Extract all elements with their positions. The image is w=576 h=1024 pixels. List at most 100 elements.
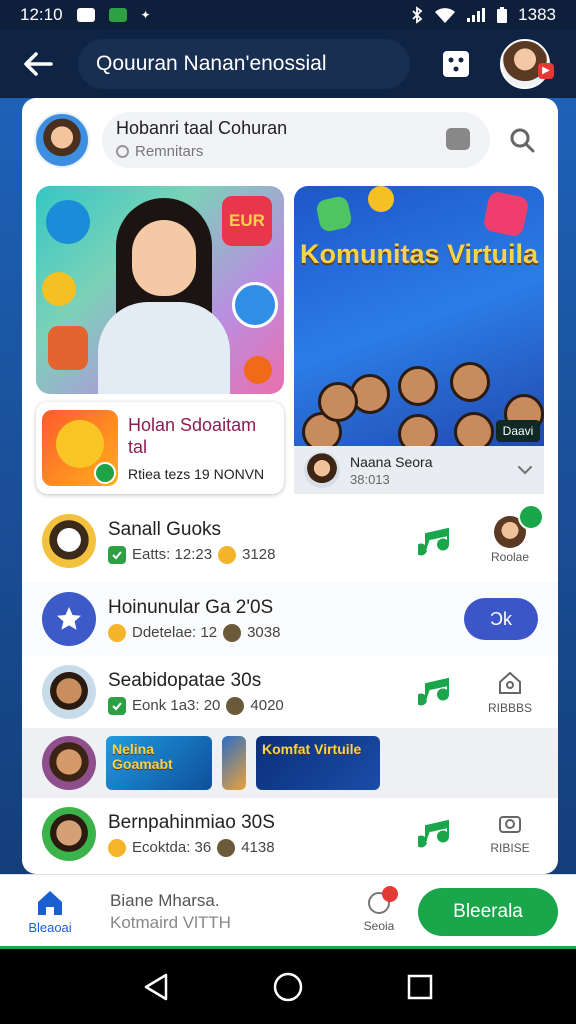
game-button[interactable]	[440, 48, 472, 80]
nav-back-button[interactable]	[136, 967, 176, 1007]
home-tab-label: Bleaoai	[28, 919, 72, 935]
abacus-sticker-icon	[48, 326, 88, 370]
cube-sticker-icon	[315, 195, 353, 233]
app-bar: Qouuran Nanan'enossial ▶	[0, 30, 576, 98]
community-title: Komunitas Virtuila	[299, 239, 539, 269]
community-host-row[interactable]: Naana Seora 38:013	[294, 446, 544, 494]
list-item[interactable]: Bernpahinmiao 30S Ecoktda: 36 4138 RIBIS…	[22, 798, 558, 870]
chevron-down-icon	[517, 465, 533, 475]
list-item[interactable]: Seabidopatae 30s Eonk 1a3: 20 4020 RIBBB…	[22, 656, 558, 728]
camera-outline-icon	[499, 816, 521, 833]
promo-card-subtitle: Rtiea tezs 19 NONVN	[128, 466, 265, 482]
check-icon	[108, 545, 126, 564]
nav-home-button[interactable]	[268, 967, 308, 1007]
list-avatar	[42, 514, 96, 568]
strip-thumbnail-small[interactable]	[222, 736, 246, 790]
message-icon	[76, 8, 95, 22]
online-badge-icon	[518, 504, 544, 530]
camera-sticker-icon	[232, 282, 278, 328]
notifications-label: Seoia	[363, 919, 395, 933]
app-title[interactable]: Qouuran Nanan'enossial	[78, 39, 410, 89]
music-note-icon[interactable]	[418, 676, 454, 708]
search-button[interactable]	[506, 124, 538, 156]
profile-avatar[interactable]: ▶	[500, 39, 554, 89]
media-strip: Nelina Goamabt Komfat Virtuile	[22, 728, 558, 798]
search-icon	[510, 128, 535, 153]
star-icon	[57, 607, 81, 630]
now-playing-subtitle: Kotmaird VlTTH	[110, 912, 231, 932]
status-right-text: 1383	[518, 5, 556, 24]
strip-thumbnail[interactable]: Nelina Goamabt	[106, 736, 212, 790]
status-time: 12:10	[20, 5, 63, 24]
home-outline-icon	[499, 671, 521, 694]
promo-card-student[interactable]: Holan Sdoaitam tal Rtiea tezs 19 NONVN	[36, 402, 284, 494]
list-item[interactable]: Sanall Guoks Eatts: 12:23 3128 Roolae	[22, 504, 558, 578]
list-meta-a: Ecoktda: 36	[132, 839, 212, 856]
bluetooth-icon	[412, 6, 423, 24]
profile-header: Hobanri taal Cohuran Remnitars	[34, 108, 546, 172]
list-item[interactable]: Hoinunular Ga 2'0S Ddetelae: 12 3038 Ɔk	[22, 582, 558, 656]
promo-tile-student[interactable]: EUR	[36, 186, 284, 394]
join-button[interactable]: Ɔk	[464, 598, 538, 640]
strip-thumbnail[interactable]: Komfat Virtuile	[256, 736, 380, 790]
emoji-icon	[223, 623, 242, 642]
bird-sticker-icon	[46, 200, 90, 244]
calendar-mini-icon	[217, 838, 236, 857]
notifications-button[interactable]: Seoia	[354, 886, 404, 933]
header-name: Hobanri taal Cohuran	[116, 118, 288, 138]
reminder-icon	[116, 145, 129, 158]
primary-cta-button[interactable]: Bleerala	[418, 887, 558, 936]
host-avatar	[304, 452, 340, 488]
emoji-icon	[218, 545, 237, 564]
list-meta-a: Eonk 1a3: 20	[132, 697, 221, 714]
list-title: Sanall Guoks	[108, 518, 222, 540]
header-avatar[interactable]	[34, 112, 90, 168]
app-notification-icon	[108, 8, 127, 22]
status-bar: 12:10 ✦ 1383	[0, 0, 576, 30]
side-label: RIBBBS	[487, 701, 532, 715]
cartoon-thumbnail	[42, 410, 118, 486]
music-note-icon[interactable]	[418, 818, 454, 850]
triangle-back-icon	[144, 973, 168, 1000]
calendar-mini-icon	[226, 696, 245, 715]
battery-icon	[497, 7, 508, 23]
header-subtitle: Remnitars	[135, 143, 204, 160]
promo-card-title: Holan Sdoaitam tal	[128, 415, 257, 457]
signal-icon	[467, 8, 486, 22]
list-avatar	[42, 592, 96, 646]
music-note-icon[interactable]	[418, 526, 454, 558]
list-meta-a: Ddetelae: 12	[132, 624, 218, 641]
list-meta-a: Eatts: 12:23	[132, 546, 213, 563]
now-playing-title: Biane Mharsa.	[110, 890, 220, 910]
calendar-icon[interactable]	[446, 128, 470, 150]
emoji-sticker-icon	[42, 272, 76, 306]
circle-home-icon	[273, 972, 303, 1001]
notification-dot-icon: ✦	[140, 8, 151, 22]
list-title: Bernpahinmiao 30S	[108, 811, 275, 833]
system-nav-bar	[0, 949, 576, 1024]
list-title: Hoinunular Ga 2'0S	[108, 596, 274, 618]
list-side-action[interactable]: RIBBBS	[478, 670, 542, 715]
back-button[interactable]	[18, 44, 58, 84]
community-badge: Daavi	[496, 420, 540, 442]
host-name: Naana Seora	[350, 453, 433, 470]
list-avatar	[42, 665, 96, 719]
list-side-action[interactable]: RIBISE	[478, 810, 542, 855]
home-icon	[38, 890, 62, 915]
bottom-bar: Bleaoai Biane Mharsa. Kotmaird VlTTH Seo…	[0, 874, 576, 948]
expand-button[interactable]	[516, 461, 534, 479]
strip-avatar[interactable]	[42, 736, 96, 790]
header-pill[interactable]: Hobanri taal Cohuran Remnitars	[102, 112, 490, 168]
student-illustration	[94, 198, 234, 394]
arrow-left-icon	[24, 52, 53, 76]
now-playing[interactable]: Biane Mharsa. Kotmaird VlTTH	[110, 890, 231, 934]
music-sticker-icon	[482, 190, 530, 238]
list-meta-b: 4138	[241, 839, 275, 856]
list-meta-b: 3038	[247, 624, 281, 641]
live-badge-icon: ▶	[538, 63, 554, 79]
basketball-sticker-icon	[244, 356, 272, 384]
notification-badge-icon	[382, 886, 398, 902]
home-tab[interactable]: Bleaoai	[18, 889, 82, 935]
nav-recents-button[interactable]	[400, 967, 440, 1007]
header-subtitle-row: Remnitars	[116, 143, 476, 160]
